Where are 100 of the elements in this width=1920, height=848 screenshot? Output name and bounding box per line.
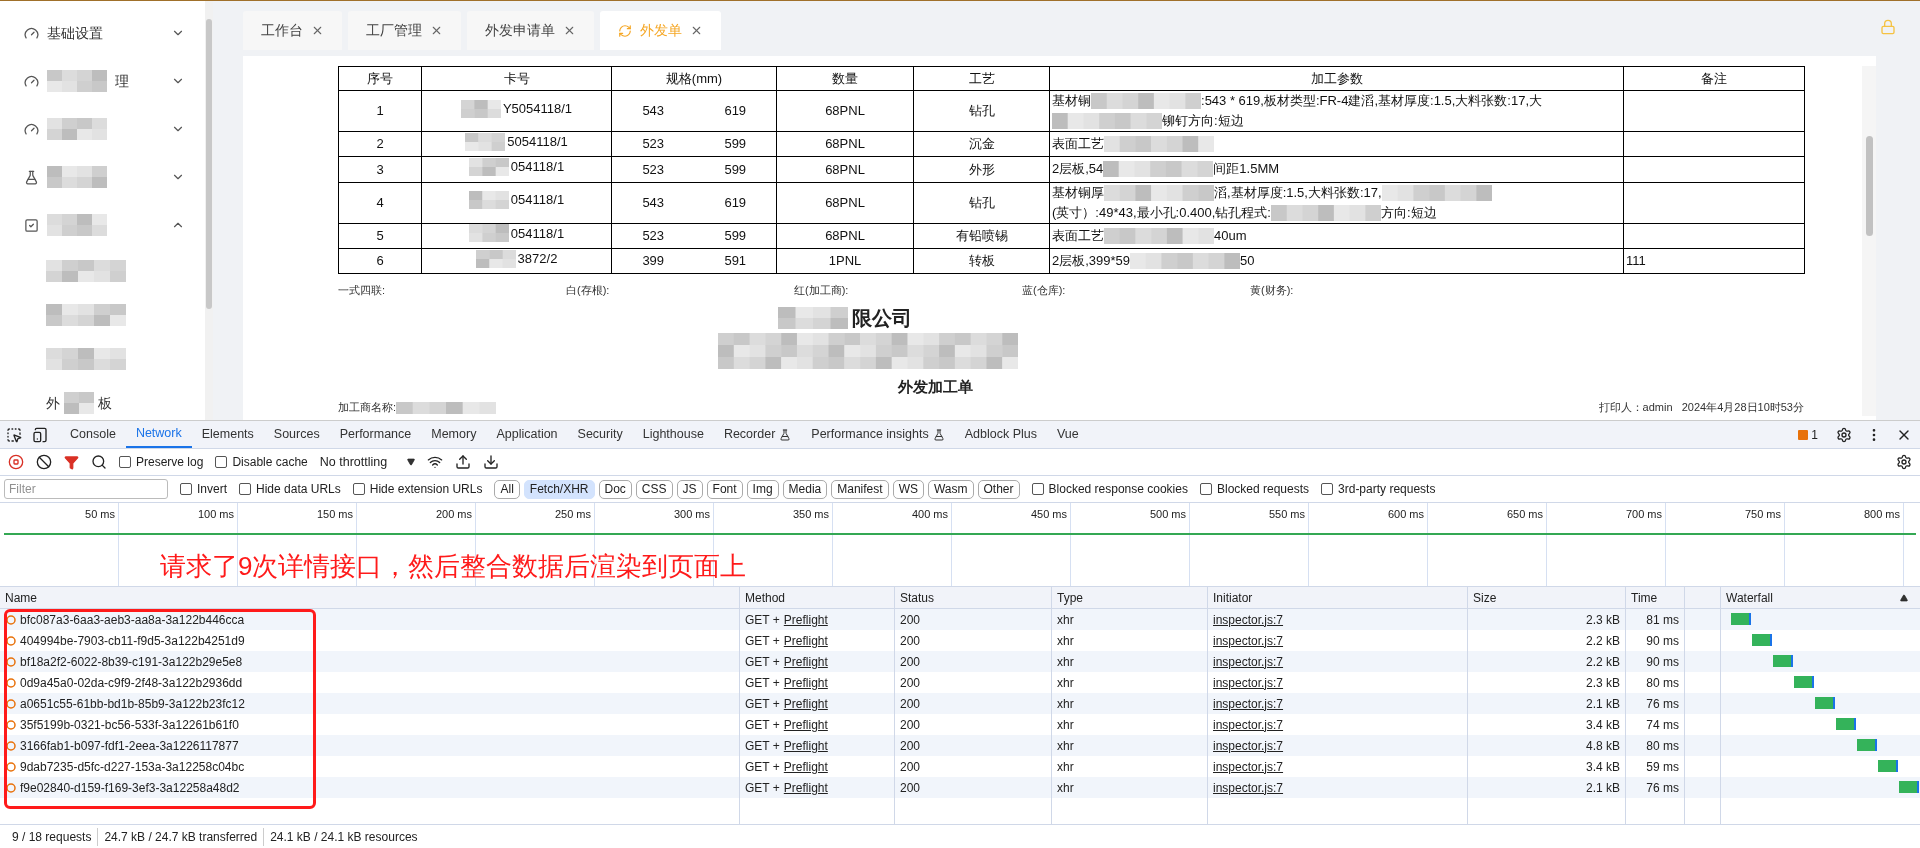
table-cell: 钻孔	[913, 182, 1050, 223]
timeline-tick: 800 ms	[1863, 507, 1900, 520]
request-row[interactable]: f9e02840-d159-f169-3ef3-3a12258a48d2 GET + Preflight 200 xhr inspector.js:7 2.1 kB 76 ms	[0, 777, 1920, 798]
type-filter-chip[interactable]: Img	[746, 479, 779, 499]
checkbox-option[interactable]: Invert	[180, 480, 227, 498]
filter-field[interactable]: Filter	[4, 479, 168, 499]
preflight-link[interactable]: Preflight	[783, 715, 828, 734]
network-conditions-icon[interactable]	[427, 454, 444, 470]
table-cell: 转板	[913, 248, 1050, 274]
type-filter-chip[interactable]: Manifest	[831, 479, 889, 499]
scrollbar-thumb[interactable]	[206, 19, 212, 309]
column-header: 备注	[1623, 66, 1805, 91]
page-tab[interactable]: 外发申请单	[467, 11, 594, 50]
inspect-icon[interactable]	[6, 426, 22, 443]
page-tab[interactable]: 工厂管理	[348, 11, 461, 50]
devtools-tab[interactable]: Security	[567, 421, 633, 448]
sort-ascending-icon[interactable]	[1900, 593, 1908, 602]
column-header[interactable]: Name	[5, 588, 37, 607]
download-icon[interactable]	[483, 454, 500, 470]
devtools-tab[interactable]: Console	[60, 421, 126, 448]
throttling-dropdown[interactable]: No throttling	[319, 452, 416, 472]
type-filter-chip[interactable]: JS	[676, 479, 703, 499]
type-filter-chip[interactable]: All	[494, 479, 520, 499]
column-header[interactable]: Status	[900, 588, 935, 607]
device-toolbar-icon[interactable]	[32, 426, 48, 443]
devtools-tab[interactable]: Recorder	[713, 421, 802, 448]
devtools-tab[interactable]: Adblock Plus	[954, 421, 1047, 448]
table-cell-text: xhr	[1057, 779, 1074, 797]
devtools-tab[interactable]: Memory	[421, 421, 487, 448]
checkbox-option[interactable]: Hide data URLs	[239, 480, 341, 498]
type-filter-chip[interactable]: WS	[892, 479, 924, 499]
checkbox-option[interactable]: 3rd-party requests	[1321, 480, 1436, 498]
type-filter-chip[interactable]: Media	[782, 479, 828, 499]
page-tab[interactable]: 工作台	[243, 11, 342, 50]
request-row[interactable]: 3166fab1-b097-fdf1-2eea-3a1226117877 GET + Preflight 200 xhr inspector.js:7 4.8 kB 80 ms	[0, 735, 1920, 756]
type-filter-chip[interactable]: Wasm	[927, 479, 974, 499]
initiator-link[interactable]: inspector.js:7	[1213, 715, 1284, 734]
column-header[interactable]: Waterfall	[1726, 588, 1773, 607]
type-filter-chip[interactable]: Font	[706, 479, 743, 499]
pixelated-redaction	[468, 158, 509, 176]
devtools-tab[interactable]: Lighthouse	[632, 421, 714, 448]
preflight-link[interactable]: Preflight	[783, 778, 828, 797]
initiator-link[interactable]: inspector.js:7	[1213, 673, 1284, 692]
clear-icon[interactable]	[36, 454, 52, 470]
record-stop-icon[interactable]	[8, 454, 24, 470]
preflight-link[interactable]: Preflight	[783, 757, 828, 776]
checkbox-option[interactable]: Disable cache	[215, 453, 308, 471]
preflight-link[interactable]: Preflight	[783, 610, 828, 629]
type-filter-chip[interactable]: Doc	[598, 479, 632, 499]
column-header[interactable]: Type	[1057, 588, 1083, 607]
table-cell-text: 3.4 kB	[1585, 716, 1620, 734]
request-row[interactable]: bf18a2f2-6022-8b39-c191-3a122b29e5e8 GET + Preflight 200 xhr inspector.js:7 2.2 kB 90 ms	[0, 651, 1920, 672]
type-filter-chip[interactable]: CSS	[635, 479, 673, 499]
timeline-tick: 750 ms	[1744, 507, 1781, 520]
initiator-link[interactable]: inspector.js:7	[1213, 694, 1284, 713]
filter-icon[interactable]	[64, 454, 79, 470]
timeline-tick: 600 ms	[1387, 507, 1424, 520]
devtools-tab[interactable]: Application	[486, 421, 568, 448]
dropdown-arrow-icon	[407, 458, 416, 466]
column-header[interactable]: Method	[745, 588, 786, 607]
settings-icon[interactable]	[1896, 454, 1912, 470]
upload-icon[interactable]	[455, 454, 472, 470]
sidebar-menu-item[interactable]: 基础设置	[0, 9, 205, 57]
initiator-link[interactable]: inspector.js:7	[1213, 757, 1284, 776]
search-icon[interactable]	[91, 454, 107, 470]
request-row[interactable]: a0651c55-61bb-bd1b-85b9-3a122b23fc12 GET + Preflight 200 xhr inspector.js:7 2.1 kB 76 ms	[0, 693, 1920, 714]
preflight-link[interactable]: Preflight	[783, 631, 828, 650]
type-filter-chip[interactable]: Fetch/XHR	[523, 479, 595, 499]
checkbox-option[interactable]: Preserve log	[119, 453, 204, 471]
preflight-link[interactable]: Preflight	[783, 694, 828, 713]
initiator-link[interactable]: inspector.js:7	[1213, 652, 1284, 671]
request-row[interactable]: bfc087a3-6aa3-aeb3-aa8a-3a122b446cca GET + Preflight 200 xhr inspector.js:7 2.3 kB 81 ms	[0, 609, 1920, 630]
type-filter-chip[interactable]: Other	[977, 479, 1020, 499]
submenu-item[interactable]: 外 板	[0, 381, 205, 420]
devtools-tab[interactable]: Sources	[263, 421, 330, 448]
request-name: 0d9a45a0-02da-c9f9-2f48-3a122b2936dd	[20, 674, 243, 692]
sidebar-menu-item[interactable]: 理	[0, 57, 205, 105]
devtools-tab[interactable]: Elements	[191, 421, 264, 448]
fetch-icon	[6, 782, 16, 793]
devtools-tab[interactable]: Performance insights	[801, 421, 955, 448]
devtools-tab[interactable]: Network	[125, 421, 192, 448]
initiator-link[interactable]: inspector.js:7	[1213, 778, 1284, 797]
column-header[interactable]: Time	[1631, 588, 1658, 607]
initiator-link[interactable]: inspector.js:7	[1213, 610, 1284, 629]
scrollbar[interactable]	[1862, 66, 1876, 416]
preflight-link[interactable]: Preflight	[783, 673, 828, 692]
issues-counter[interactable]: 1	[1798, 425, 1818, 444]
column-header[interactable]: Size	[1473, 588, 1497, 607]
devtools-tab[interactable]: Vue	[1047, 421, 1089, 448]
table-cell-text: 2.1 kB	[1585, 779, 1620, 797]
checkbox-option[interactable]: Blocked requests	[1199, 480, 1310, 498]
checkbox-option[interactable]: Hide extension URLs	[352, 480, 483, 498]
checkbox-option[interactable]: Blocked response cookies	[1031, 480, 1188, 498]
initiator-link[interactable]: inspector.js:7	[1213, 631, 1284, 650]
preflight-link[interactable]: Preflight	[783, 652, 828, 671]
column-header[interactable]: Initiator	[1213, 588, 1253, 607]
initiator-link[interactable]: inspector.js:7	[1213, 736, 1284, 755]
settings-icon[interactable]	[1836, 426, 1852, 443]
preflight-link[interactable]: Preflight	[783, 736, 828, 755]
devtools-tab[interactable]: Performance	[329, 421, 422, 448]
